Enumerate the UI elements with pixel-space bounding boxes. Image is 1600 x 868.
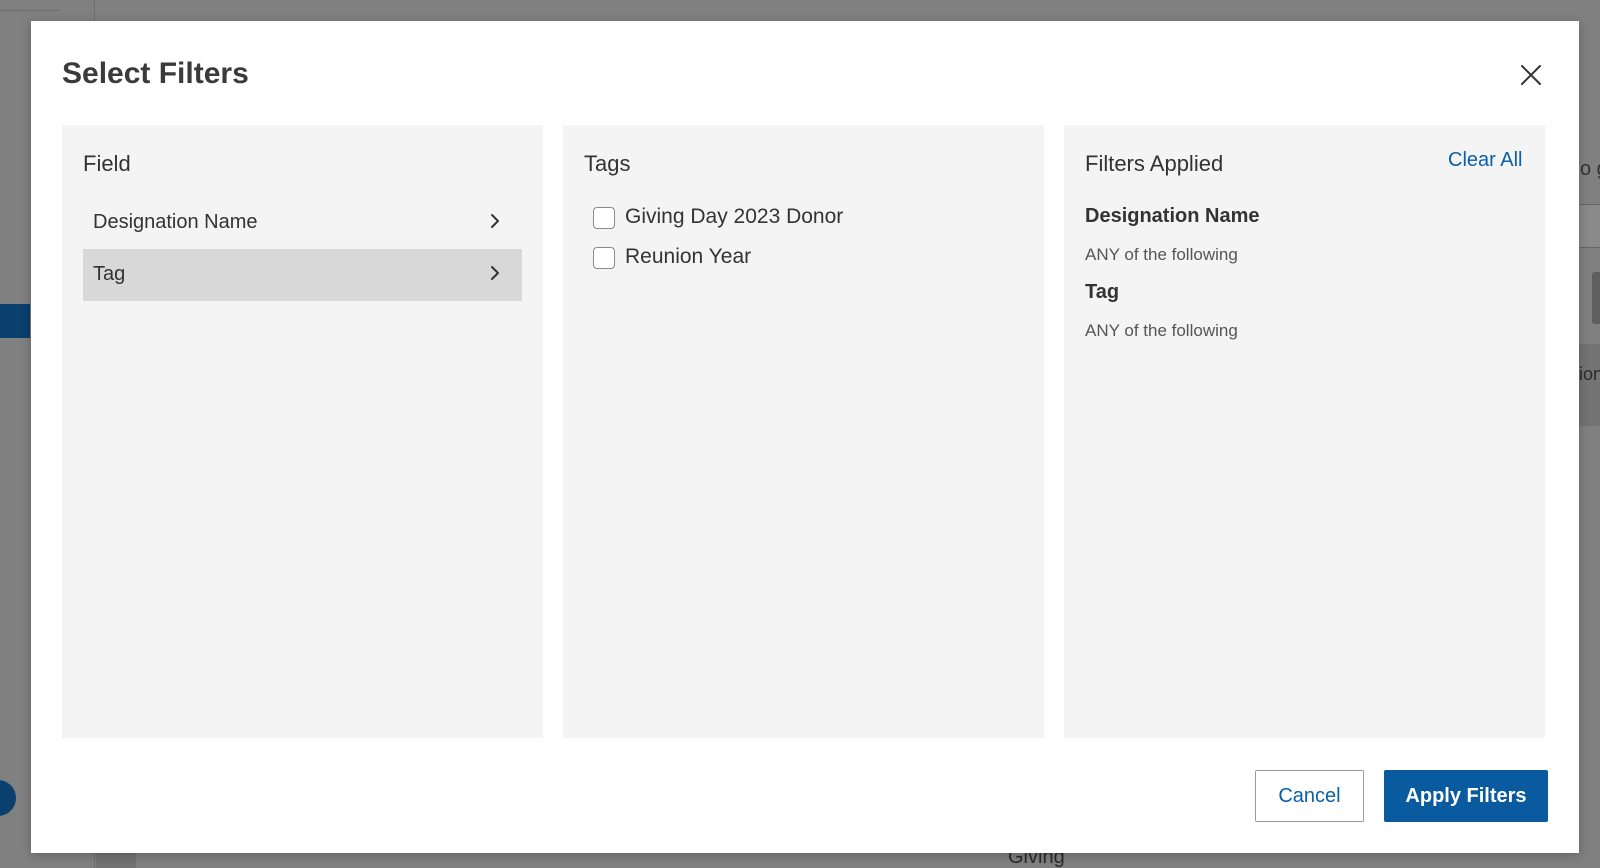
field-panel-heading: Field [83,151,131,176]
tag-checkbox[interactable] [593,247,615,269]
close-icon [1521,65,1541,85]
clear-all-link[interactable]: Clear All [1448,149,1522,172]
cancel-button[interactable]: Cancel [1255,770,1364,822]
field-item-label: Tag [93,263,126,285]
tag-option-label[interactable]: Giving Day 2023 Donor [625,205,843,229]
tags-panel-heading: Tags [584,151,631,176]
background-block [96,852,136,868]
close-button[interactable] [1517,61,1545,89]
field-item-label: Designation Name [93,211,258,233]
background-nav-active-item [0,304,30,338]
select-filters-modal: Select Filters Field Designation Name Ta… [31,21,1579,853]
tag-checkbox[interactable] [593,207,615,229]
field-panel: Field Designation Name Tag [62,125,543,738]
background-scrollbar [1592,272,1600,324]
background-row-text: ion [1579,364,1600,384]
background-partial-text: o g [1580,158,1600,180]
field-item-designation-name[interactable]: Designation Name [83,197,522,249]
applied-filter-name: Designation Name [1085,205,1260,227]
modal-title: Select Filters [62,57,249,90]
filters-applied-panel: Filters Applied Clear All Designation Na… [1064,125,1545,738]
field-item-tag[interactable]: Tag [83,249,522,301]
background-floating-button [0,780,16,816]
tag-option-label[interactable]: Reunion Year [625,245,751,269]
chevron-right-icon [487,211,503,231]
tags-panel: Tags Giving Day 2023 Donor Reunion Year [563,125,1044,738]
chevron-right-icon [487,263,503,283]
background-divider [0,10,60,11]
tag-option-reunion-year: Reunion Year [593,243,1013,273]
filters-applied-heading: Filters Applied [1085,151,1224,176]
apply-filters-button[interactable]: Apply Filters [1384,770,1548,822]
applied-filter-name: Tag [1085,281,1120,303]
applied-filter-condition: ANY of the following [1085,321,1238,340]
applied-filter-condition: ANY of the following [1085,245,1238,264]
tag-option-giving-day-2023-donor: Giving Day 2023 Donor [593,203,1013,233]
